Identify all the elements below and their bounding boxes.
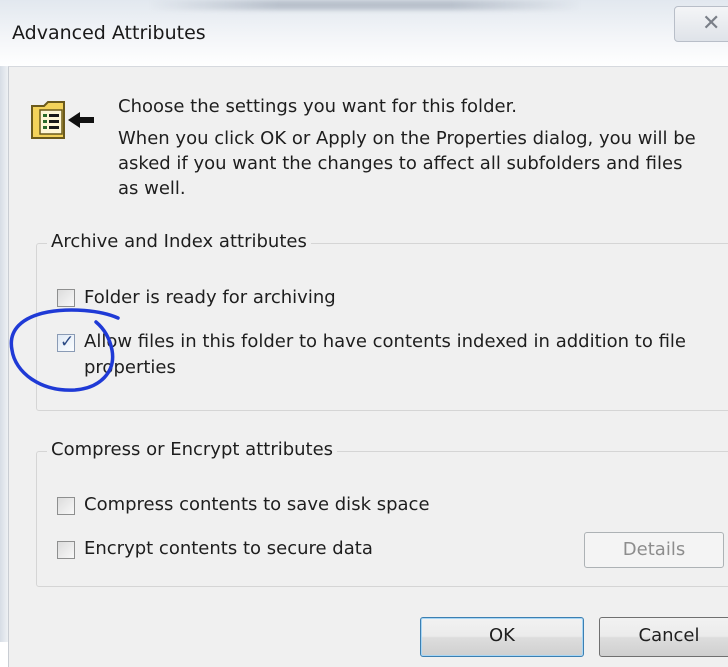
close-button[interactable]: ✕ xyxy=(674,6,728,42)
ok-button[interactable]: OK xyxy=(420,617,584,657)
allow-indexing-label-line-1[interactable]: Allow files in this folder to have conte… xyxy=(84,330,686,354)
archive-index-group: Archive and Index attributes xyxy=(36,231,728,411)
title-bar: Advanced Attributes ✕ xyxy=(0,0,728,66)
folder-attributes-icon xyxy=(31,101,94,139)
details-button[interactable]: Details xyxy=(584,532,724,568)
allow-indexing-checkbox[interactable]: ✓ xyxy=(57,332,75,352)
intro-heading: Choose the settings you want for this fo… xyxy=(118,96,518,117)
window-frame-left xyxy=(0,66,8,642)
window-title: Advanced Attributes xyxy=(12,22,206,44)
archive-group-legend: Archive and Index attributes xyxy=(47,231,311,253)
intro-line-2: asked if you want the changes to affect … xyxy=(118,153,683,174)
allow-indexing-label-line-2[interactable]: properties xyxy=(84,356,176,380)
compress-group-legend: Compress or Encrypt attributes xyxy=(47,439,338,461)
cancel-button[interactable]: Cancel xyxy=(599,617,728,657)
intro-line-3: as well. xyxy=(118,178,186,199)
folder-archiving-checkbox[interactable] xyxy=(57,289,75,307)
encrypt-checkbox[interactable] xyxy=(57,541,75,559)
blurred-background-strip xyxy=(150,0,580,10)
close-icon: ✕ xyxy=(702,11,721,36)
encrypt-label[interactable]: Encrypt contents to secure data xyxy=(84,537,373,561)
compress-label[interactable]: Compress contents to save disk space xyxy=(84,493,430,517)
compress-checkbox[interactable] xyxy=(57,497,75,515)
checkmark-icon: ✓ xyxy=(60,332,75,352)
folder-archiving-label[interactable]: Folder is ready for archiving xyxy=(84,286,336,310)
intro-line-1: When you click OK or Apply on the Proper… xyxy=(118,128,696,149)
